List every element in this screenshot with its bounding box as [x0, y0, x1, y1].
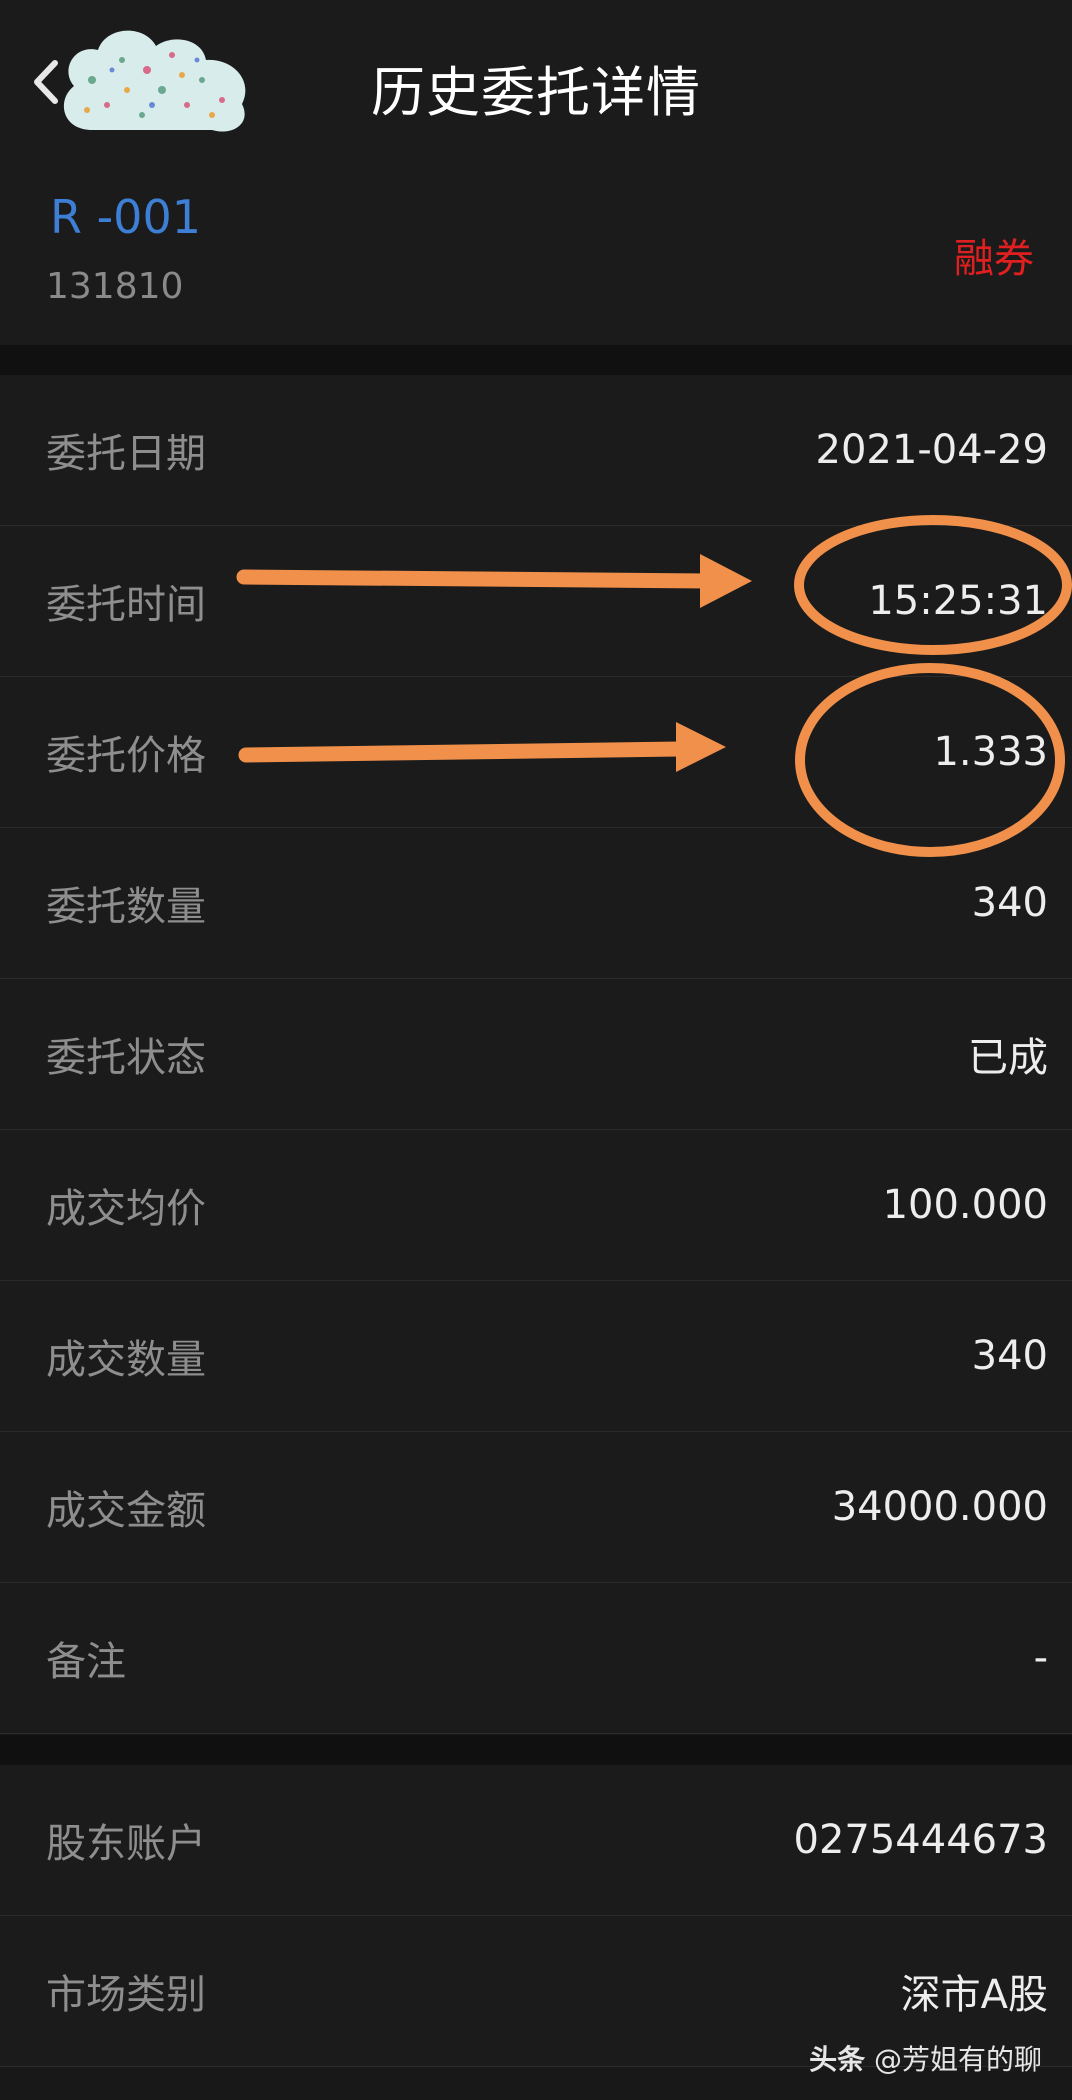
detail-value: 34000.000	[831, 1484, 1048, 1530]
detail-label: 市场类别	[46, 1972, 206, 2018]
detail-label: 成交数量	[46, 1337, 206, 1383]
order-details-list: 委托日期 2021-04-29 委托时间 15:25:31 委托价格 1.333…	[0, 375, 1072, 1734]
detail-label: 备注	[46, 1639, 126, 1685]
detail-row-remarks: 备注 -	[0, 1583, 1072, 1734]
trade-type-badge: 融券	[954, 236, 1034, 282]
account-info-list: 股东账户 0275444673 市场类别 深市A股	[0, 1765, 1072, 2067]
watermark-brand: 头条	[809, 2043, 866, 2076]
detail-label: 委托数量	[46, 884, 206, 930]
detail-value: 100.000	[882, 1182, 1048, 1228]
section-divider	[0, 345, 1072, 375]
detail-label: 股东账户	[46, 1821, 206, 1867]
detail-value: 15:25:31	[868, 578, 1048, 624]
detail-value: 1.333	[933, 729, 1048, 775]
watermark-handle: @芳姐有的聊	[873, 2043, 1042, 2076]
detail-row-filled-quantity: 成交数量 340	[0, 1281, 1072, 1432]
detail-label: 委托价格	[46, 733, 206, 779]
detail-row-order-time: 委托时间 15:25:31	[0, 526, 1072, 677]
detail-label: 成交均价	[46, 1186, 206, 1232]
detail-row-order-status: 委托状态 已成	[0, 979, 1072, 1130]
detail-value: 340	[971, 1333, 1048, 1379]
detail-label: 委托状态	[46, 1035, 206, 1081]
page-title: 历史委托详情	[371, 61, 701, 124]
security-info: R -001 131810 融券	[0, 170, 1072, 346]
detail-value: -	[1033, 1635, 1048, 1681]
security-name: R -001	[50, 190, 201, 244]
detail-value: 2021-04-29	[815, 427, 1048, 473]
security-code: 131810	[46, 266, 184, 307]
detail-row-order-date: 委托日期 2021-04-29	[0, 375, 1072, 526]
detail-row-order-quantity: 委托数量 340	[0, 828, 1072, 979]
detail-row-filled-amount: 成交金额 34000.000	[0, 1432, 1072, 1583]
top-bar: 历史委托详情	[0, 0, 1072, 170]
detail-label: 成交金额	[46, 1488, 206, 1534]
detail-value: 深市A股	[900, 1972, 1048, 2018]
detail-value: 已成	[968, 1035, 1048, 1081]
watermark: 头条 @芳姐有的聊	[809, 2038, 1042, 2078]
detail-value: 0275444673	[793, 1817, 1049, 1863]
detail-label: 委托日期	[46, 431, 206, 477]
detail-row-avg-price: 成交均价 100.000	[0, 1130, 1072, 1281]
detail-value: 340	[971, 880, 1048, 926]
detail-row-order-price: 委托价格 1.333	[0, 677, 1072, 828]
section-divider	[0, 1735, 1072, 1765]
detail-label: 委托时间	[46, 582, 206, 628]
detail-row-shareholder-account: 股东账户 0275444673	[0, 1765, 1072, 1916]
